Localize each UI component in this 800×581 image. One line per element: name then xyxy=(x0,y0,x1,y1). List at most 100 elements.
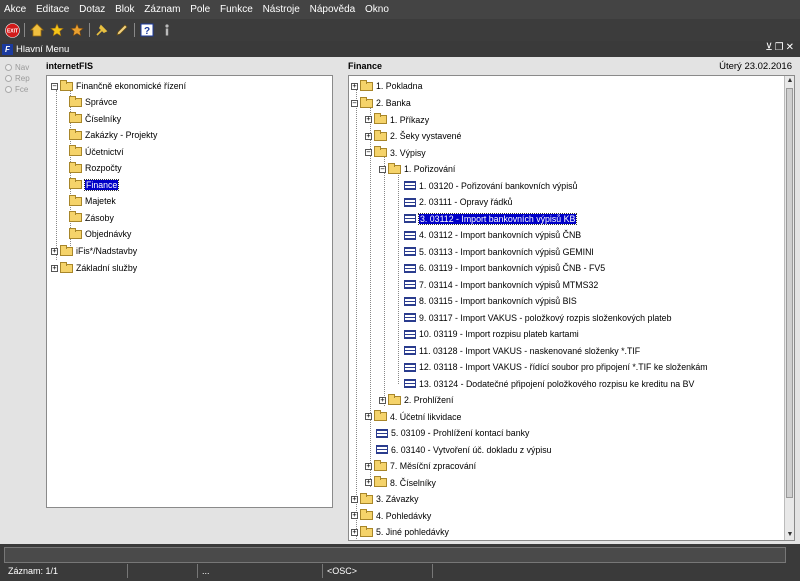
home-icon[interactable] xyxy=(29,22,45,38)
tree-item-rozpocty[interactable]: Rozpočty xyxy=(69,161,122,175)
folder-open-icon xyxy=(388,162,401,174)
tree-form-4[interactable]: 4. 03112 - Import bankovních výpisů ČNB xyxy=(404,228,581,242)
scroll-thumb[interactable] xyxy=(786,88,793,498)
minimize-icon[interactable]: ⊻ xyxy=(765,42,774,53)
expand-icon[interactable]: + xyxy=(365,462,372,470)
scroll-down-icon[interactable]: ▼ xyxy=(785,530,794,540)
mode-radios: Nav Rep Fce xyxy=(5,62,45,95)
tree-porizovani[interactable]: −1. Pořizování xyxy=(379,162,455,176)
tree-item-zasoby[interactable]: Zásoby xyxy=(69,211,114,225)
tree-form-7[interactable]: 7. 03114 - Import bankovních výpisů MTMS… xyxy=(404,278,598,292)
collapse-icon[interactable]: − xyxy=(365,149,372,156)
tree-pohledavky[interactable]: +4. Pohledávky xyxy=(351,509,431,523)
collapse-icon[interactable]: − xyxy=(51,82,58,90)
tree-ucetni-likvidace[interactable]: +4. Účetní likvidace xyxy=(365,410,461,424)
pin-icon[interactable] xyxy=(94,22,110,38)
info-icon[interactable] xyxy=(159,22,175,38)
tree-jine-pohledavky[interactable]: +5. Jiné pohledávky xyxy=(351,525,449,539)
menu-blok[interactable]: Blok xyxy=(115,4,134,15)
radio-nav[interactable]: Nav xyxy=(5,62,45,73)
tree-item-zakazky[interactable]: Zakázky - Projekty xyxy=(69,128,157,142)
expand-icon[interactable]: + xyxy=(365,479,372,486)
menu-okno[interactable]: Okno xyxy=(365,4,389,15)
pencil-icon[interactable] xyxy=(114,22,130,38)
tree-form-3[interactable]: 3. 03112 - Import bankovních výpisů KB xyxy=(404,212,578,226)
menu-funkce[interactable]: Funkce xyxy=(220,4,253,15)
tree-item-ciselniky[interactable]: Číselníky xyxy=(69,112,121,126)
expand-icon[interactable]: + xyxy=(51,264,58,272)
expand-icon[interactable]: + xyxy=(351,528,358,536)
tree-form-13[interactable]: 13. 03124 - Dodatečné připojení položkov… xyxy=(404,377,694,391)
radio-rep[interactable]: Rep xyxy=(5,73,45,84)
tree-pokladna[interactable]: +1. Pokladna xyxy=(351,79,422,93)
menu-zaznam[interactable]: Záznam xyxy=(144,4,180,15)
expand-icon[interactable]: + xyxy=(351,82,358,90)
close-icon[interactable]: ✕ xyxy=(786,42,796,53)
menu-pole[interactable]: Pole xyxy=(190,4,210,15)
expand-icon[interactable]: + xyxy=(351,512,358,519)
collapse-icon[interactable]: − xyxy=(379,165,386,173)
menu-akce[interactable]: Akce xyxy=(4,4,26,15)
folder-icon xyxy=(69,95,82,107)
osc-indicator: <OSC> xyxy=(323,564,433,578)
tree-vypisy[interactable]: −3. Výpisy xyxy=(365,146,426,160)
restore-icon[interactable]: ❐ xyxy=(775,42,786,53)
scroll-up-icon[interactable]: ▲ xyxy=(785,76,794,86)
tree-seky[interactable]: +2. Šeky vystavené xyxy=(365,129,461,143)
tree-form-5[interactable]: 5. 03113 - Import bankovních výpisů GEMI… xyxy=(404,245,594,259)
tree-prikazy[interactable]: +1. Příkazy xyxy=(365,113,429,127)
tree-mesicni-zpracovani[interactable]: +7. Měsíční zpracování xyxy=(365,459,476,473)
folder-icon xyxy=(374,410,387,421)
tree-form-kontace[interactable]: 5. 03109 - Prohlížení kontací banky xyxy=(376,426,529,440)
tree-form-8[interactable]: 8. 03115 - Import bankovních výpisů BIS xyxy=(404,294,577,308)
form-icon xyxy=(404,181,416,190)
expand-icon[interactable]: + xyxy=(365,116,372,123)
tree-form-1[interactable]: 1. 03120 - Pořizování bankovních výpisů xyxy=(404,179,577,193)
tree-item-spravce[interactable]: Správce xyxy=(69,95,117,109)
expand-icon[interactable]: + xyxy=(51,247,58,255)
tree-item-objednavky[interactable]: Objednávky xyxy=(69,227,131,241)
tree-line xyxy=(370,107,371,487)
app-logo-icon: F xyxy=(2,44,13,55)
tree-banka[interactable]: −2. Banka xyxy=(351,96,411,110)
menu-nastroje[interactable]: Nástroje xyxy=(263,4,300,15)
collapse-icon[interactable]: − xyxy=(351,99,358,107)
expand-icon[interactable]: + xyxy=(351,495,358,503)
tree-form-10[interactable]: 10. 03119 - Import rozpisu plateb kartam… xyxy=(404,327,579,341)
star-icon[interactable] xyxy=(49,22,65,38)
radio-fce[interactable]: Fce xyxy=(5,84,45,95)
star-outline-icon[interactable] xyxy=(69,22,85,38)
expand-icon[interactable]: + xyxy=(365,132,372,140)
folder-icon xyxy=(60,261,73,273)
tree-item-nadstavby[interactable]: + iFis*/Nadstavby xyxy=(51,244,137,258)
tree-form-uc-doklad[interactable]: 6. 03140 - Vytvoření úč. dokladu z výpis… xyxy=(376,443,552,457)
tree-form-11[interactable]: 11. 03128 - Import VAKUS - naskenované s… xyxy=(404,344,640,358)
tree-item-majetek[interactable]: Majetek xyxy=(69,194,116,208)
expand-icon[interactable]: + xyxy=(379,396,386,404)
toolbar-separator xyxy=(89,23,90,37)
menu-napoveda[interactable]: Nápověda xyxy=(310,4,356,15)
exit-icon[interactable]: EXIT xyxy=(4,22,20,38)
tree-form-6[interactable]: 6. 03119 - Import bankovních výpisů ČNB … xyxy=(404,261,605,275)
tree-form-9[interactable]: 9. 03117 - Import VAKUS - položkový rozp… xyxy=(404,311,671,325)
folder-icon xyxy=(69,194,82,206)
tree-zavazky[interactable]: +3. Závazky xyxy=(351,492,419,506)
tree-ciselniky[interactable]: +8. Číselníky xyxy=(365,476,436,490)
expand-icon[interactable]: + xyxy=(365,413,372,420)
tree-item-zakladni-sluzby[interactable]: + Základní služby xyxy=(51,261,137,275)
form-icon xyxy=(376,428,388,438)
tree-form-12[interactable]: 12. 03118 - Import VAKUS - řídící soubor… xyxy=(404,360,708,374)
radio-circle-icon xyxy=(5,75,12,82)
menu-editace[interactable]: Editace xyxy=(36,4,69,15)
form-icon xyxy=(376,445,388,454)
help-icon[interactable]: ? xyxy=(139,22,155,38)
menu-dotaz[interactable]: Dotaz xyxy=(79,4,105,15)
tree-root-node[interactable]: − Finančně ekonomické řízení xyxy=(51,79,186,93)
tree-prohlizeni[interactable]: +2. Prohlížení xyxy=(379,393,453,407)
vertical-scrollbar[interactable]: ▲ ▼ xyxy=(784,76,794,540)
tree-item-finance[interactable]: Finance xyxy=(69,178,120,192)
tree-line xyxy=(56,90,57,260)
folder-icon xyxy=(69,227,82,239)
tree-item-ucetnictvi[interactable]: Účetnictví xyxy=(69,145,124,159)
tree-form-2[interactable]: 2. 03111 - Opravy řádků xyxy=(404,195,513,209)
